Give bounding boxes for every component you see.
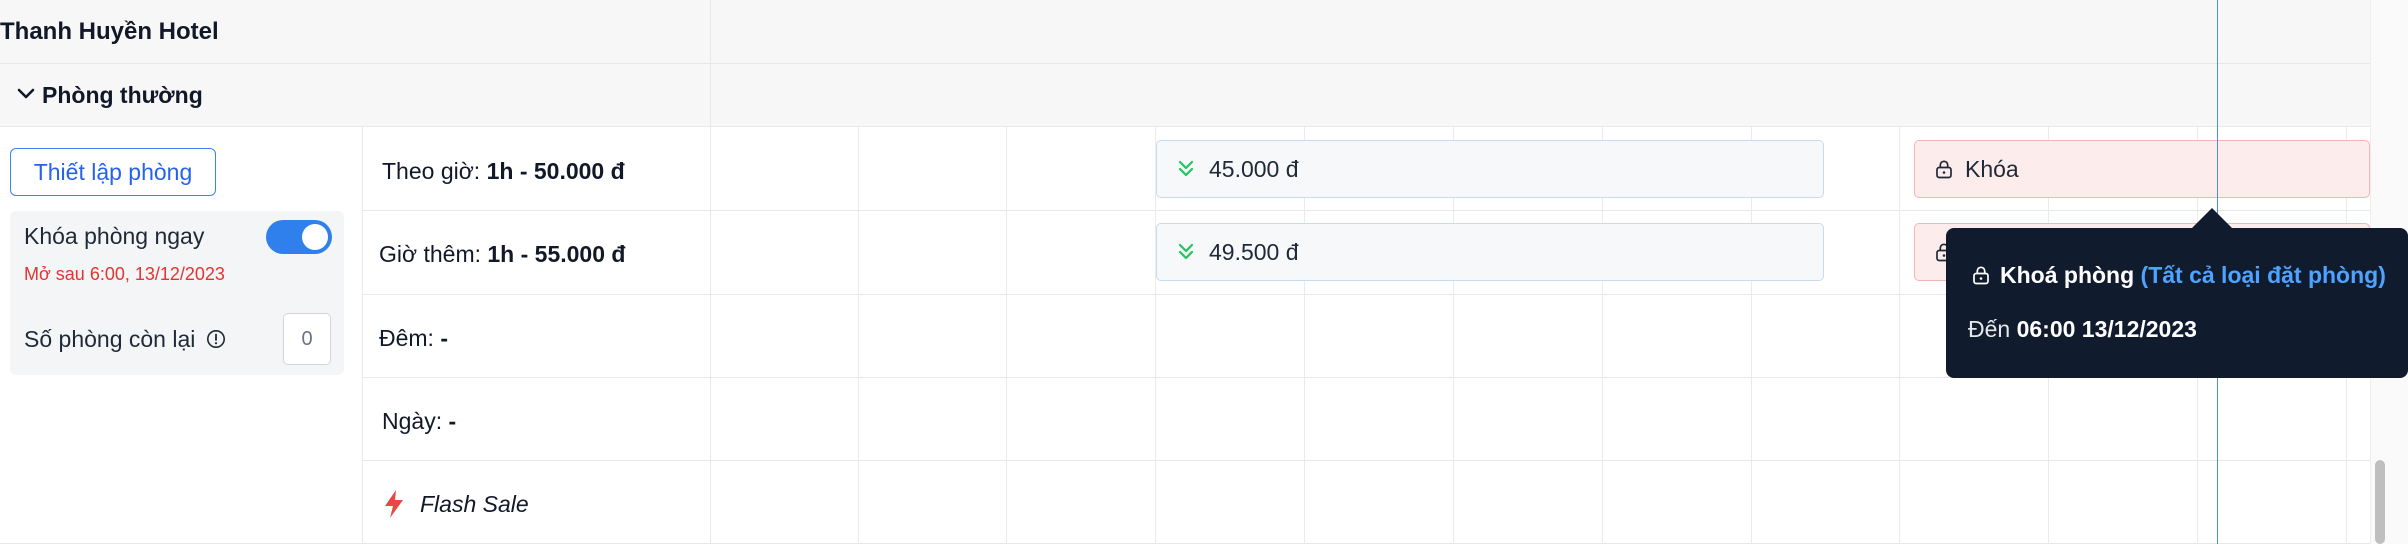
flash-sale-label[interactable]: Flash Sale bbox=[420, 491, 529, 518]
price-row-value: - bbox=[440, 325, 449, 351]
scrollbar-thumb[interactable] bbox=[2375, 460, 2385, 544]
row-divider bbox=[363, 460, 2370, 461]
locked-cell[interactable]: Khóa bbox=[1914, 140, 2370, 198]
lock-icon bbox=[1973, 266, 1989, 285]
tooltip-title-text: Khoá phòng bbox=[2000, 262, 2135, 288]
info-icon[interactable] bbox=[206, 329, 226, 349]
price-row-value: 1h - 55.000 đ bbox=[487, 241, 626, 267]
price-row-label: Đêm: bbox=[379, 325, 434, 351]
lock-tooltip bbox=[1946, 228, 2408, 378]
price-row-extra-hour: Giờ thêm: 1h - 55.000 đ bbox=[379, 241, 625, 268]
price-row-label: Theo giờ: bbox=[382, 158, 481, 184]
price-row-hourly: Theo giờ: 1h - 50.000 đ bbox=[382, 158, 625, 185]
tooltip-until-value: 06:00 13/12/2023 bbox=[2016, 316, 2197, 342]
price-row-value: - bbox=[448, 408, 457, 434]
hotel-name: Thanh Huyền Hotel bbox=[0, 18, 219, 45]
tooltip-until: Đến 06:00 13/12/2023 bbox=[1968, 316, 2197, 343]
lightning-icon bbox=[385, 490, 403, 518]
room-type-name[interactable]: Phòng thường bbox=[42, 82, 203, 109]
price-row-label: Ngày: bbox=[382, 408, 443, 434]
price-row-daily: Ngày: - bbox=[382, 408, 456, 435]
rooms-left-input[interactable]: 0 bbox=[283, 313, 331, 365]
tooltip-arrow bbox=[2192, 208, 2232, 228]
room-setup-button[interactable]: Thiết lập phòng bbox=[10, 148, 216, 196]
grid-line bbox=[1006, 127, 1007, 544]
double-chevron-down-icon bbox=[1178, 160, 1194, 177]
lock-room-toggle[interactable] bbox=[266, 220, 332, 254]
toggle-knob bbox=[302, 224, 328, 250]
double-chevron-down-icon bbox=[1178, 243, 1194, 260]
locked-cell-label: Khóa bbox=[1965, 155, 2019, 182]
hourly-price-cell[interactable]: 45.000 đ bbox=[1156, 140, 1824, 198]
tooltip-until-label: Đến bbox=[1968, 316, 2011, 342]
extra-hour-price-cell[interactable]: 49.500 đ bbox=[1156, 223, 1824, 281]
lock-room-now-label: Khóa phòng ngay bbox=[24, 223, 205, 249]
tooltip-title: Khoá phòng (Tất cả loại đặt phòng) bbox=[2000, 262, 2386, 289]
price-row-overnight: Đêm: - bbox=[379, 325, 448, 352]
rooms-left-label: Số phòng còn lại bbox=[24, 326, 196, 352]
tooltip-subtitle: (Tất cả loại đặt phòng) bbox=[2140, 262, 2386, 288]
grid-line bbox=[858, 127, 859, 544]
hourly-price-value: 45.000 đ bbox=[1209, 155, 1299, 182]
grid-line bbox=[1899, 127, 1900, 544]
price-row-value: 1h - 50.000 đ bbox=[486, 158, 625, 184]
lock-icon bbox=[1936, 160, 1952, 179]
chevron-down-icon[interactable] bbox=[16, 84, 36, 104]
open-after-text: Mở sau 6:00, 13/12/2023 bbox=[24, 264, 225, 284]
price-row-label: Giờ thêm: bbox=[379, 241, 481, 267]
extra-hour-price-value: 49.500 đ bbox=[1209, 238, 1299, 265]
row-divider bbox=[363, 210, 2370, 211]
